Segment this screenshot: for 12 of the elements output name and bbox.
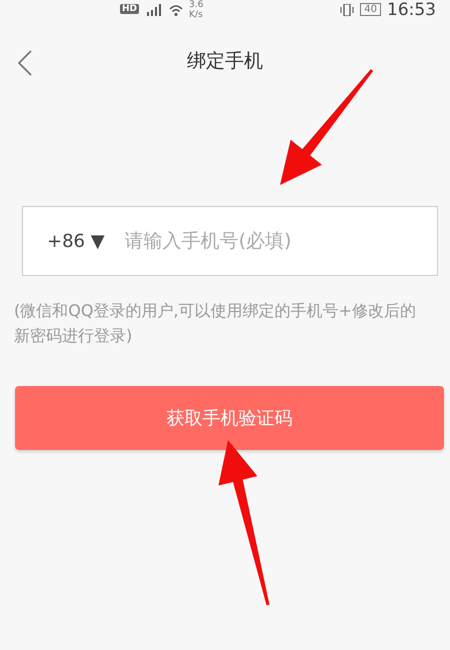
country-code-selector[interactable]: +86 ▼ (23, 230, 123, 252)
signal-icon (145, 4, 164, 16)
network-speed: 3.6 K/s (189, 0, 204, 20)
battery-indicator: 40 (360, 3, 381, 16)
chevron-left-icon (18, 50, 32, 76)
page-title: 绑定手机 (187, 49, 263, 74)
status-time: 16:53 (387, 0, 436, 20)
hint-text: (微信和QQ登录的用户,可以使用绑定的手机号+修改后的新密码进行登录) (14, 300, 417, 347)
vibrate-icon (340, 4, 354, 16)
wifi-icon (169, 4, 184, 16)
hd-indicator: HD (120, 4, 140, 14)
phone-input-field[interactable]: +86 ▼ 请输入手机号(必填) (22, 206, 438, 276)
